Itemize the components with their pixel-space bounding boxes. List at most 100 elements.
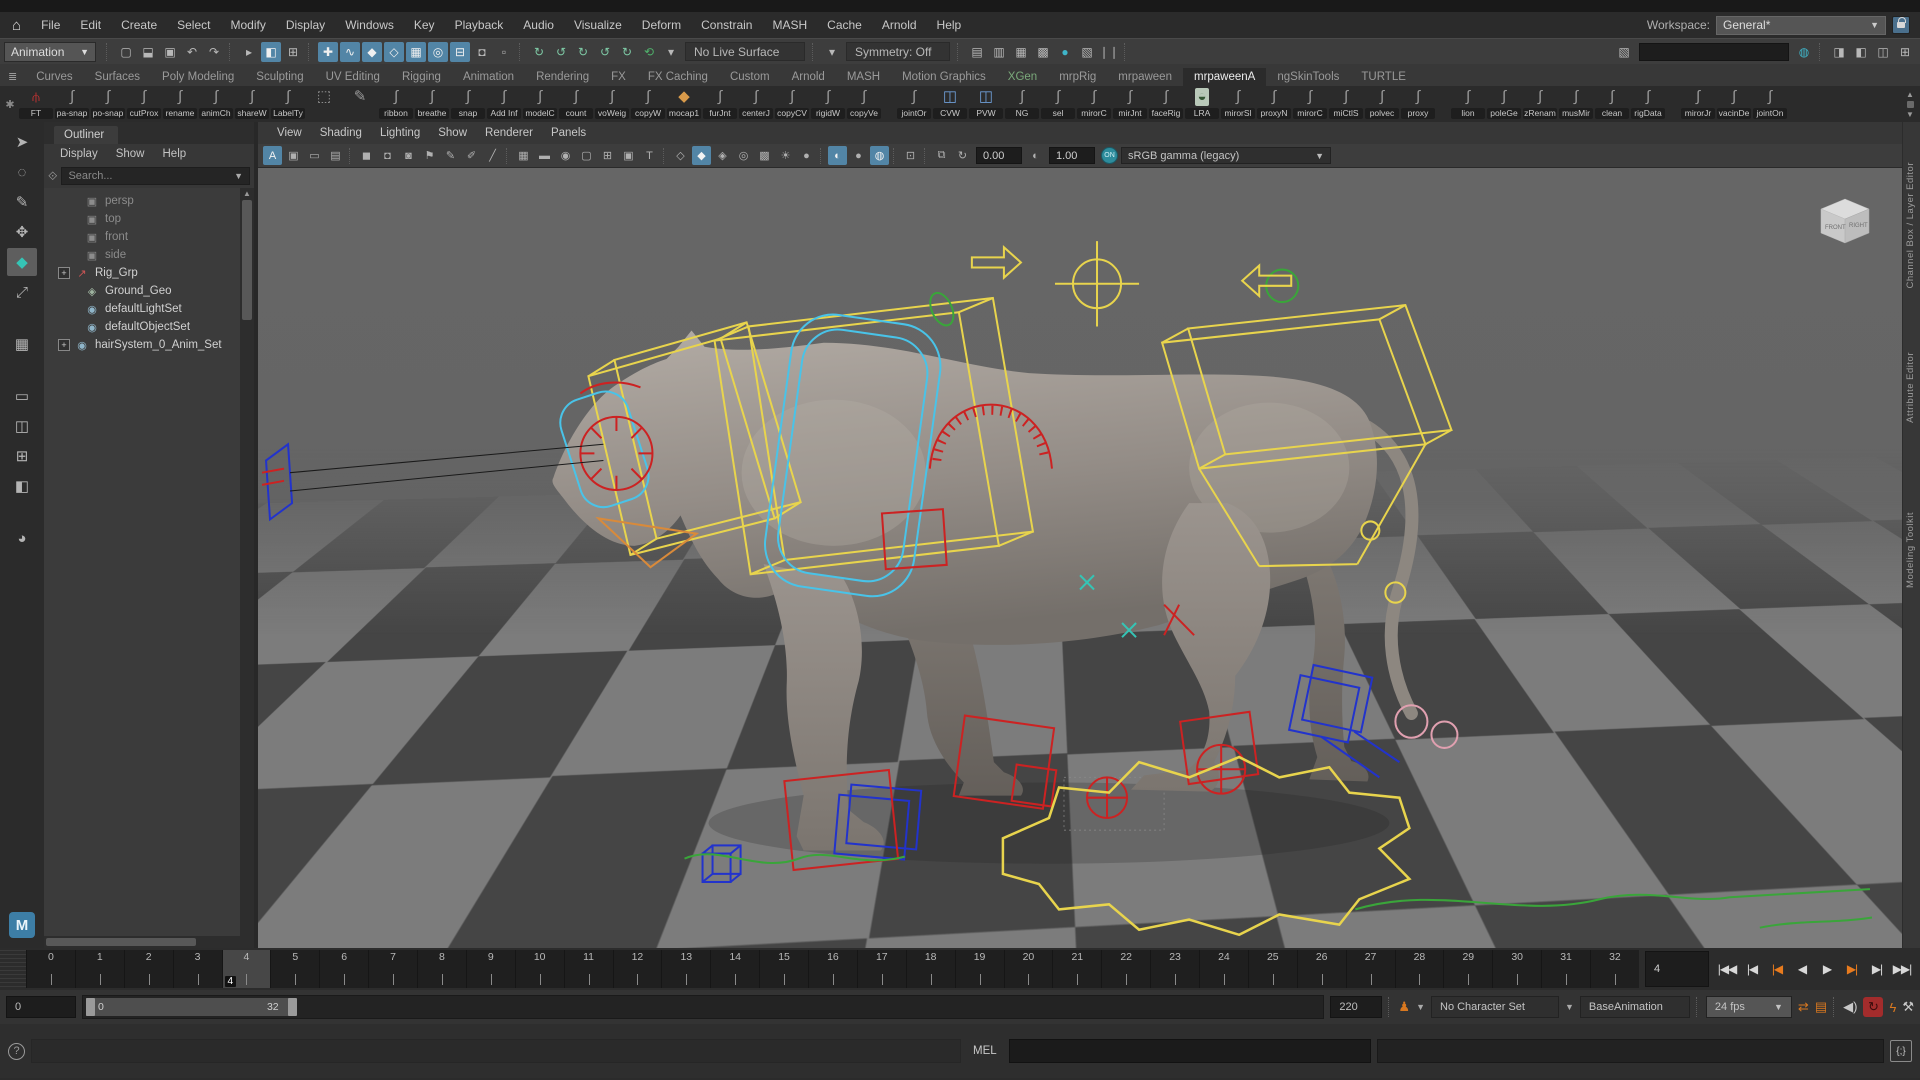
menu-select[interactable]: Select: [167, 15, 220, 35]
timeline-frame-0[interactable]: 0: [26, 950, 75, 988]
menu-edit[interactable]: Edit: [70, 15, 111, 35]
history-on[interactable]: ↻: [573, 42, 593, 62]
viewport-menu-view[interactable]: View: [268, 124, 311, 142]
timeline-frame-25[interactable]: 25: [1248, 950, 1297, 988]
timeline-frame-14[interactable]: 14: [710, 950, 759, 988]
shelf-item-sharew[interactable]: ∫shareW: [234, 88, 270, 120]
shelf-item-mocap1[interactable]: ◆mocap1: [666, 88, 702, 120]
outliner-item-defaultlightset[interactable]: ◉defaultLightSet: [44, 300, 240, 318]
menu-display[interactable]: Display: [276, 15, 335, 35]
shelf-item-centerj[interactable]: ∫centerJ: [738, 88, 774, 120]
shelf-item-voweig[interactable]: ∫voWeig: [594, 88, 630, 120]
step-forward-key-button[interactable]: ▶|: [1840, 956, 1864, 982]
shelf-tab-sculpting[interactable]: Sculpting: [245, 68, 314, 86]
shelf-item-rigdata[interactable]: ∫rigData: [1630, 88, 1666, 120]
shelf-item-copyve[interactable]: ∫copyVe: [846, 88, 882, 120]
web-search[interactable]: ◍: [1794, 42, 1814, 62]
step-back-key-button[interactable]: |◀: [1765, 956, 1789, 982]
current-frame-field[interactable]: 4: [1645, 951, 1709, 987]
exposure-field[interactable]: 0.00: [976, 147, 1022, 164]
select-camera[interactable]: A: [263, 146, 282, 165]
shelf-tab-curves[interactable]: Curves: [25, 68, 83, 86]
shelf-item-po-snap[interactable]: ∫po-snap: [90, 88, 126, 120]
shelf-tab-xgen[interactable]: XGen: [997, 68, 1048, 86]
shelf-item-polege[interactable]: ∫poleGe: [1486, 88, 1522, 120]
menu-windows[interactable]: Windows: [335, 15, 404, 35]
symmetry-dropdown[interactable]: ▾: [822, 42, 842, 62]
shelf-item-animch[interactable]: ∫animCh: [198, 88, 234, 120]
bookmarks[interactable]: ▭: [305, 146, 324, 165]
shelf-item-modelc[interactable]: ∫modelC: [522, 88, 558, 120]
chevron-down-icon[interactable]: ▼: [1416, 1002, 1425, 1012]
snap-to-point[interactable]: ◆: [362, 42, 382, 62]
home-icon[interactable]: ⌂: [12, 17, 21, 34]
live-surface-field[interactable]: No Live Surface: [685, 42, 805, 61]
shelf-item-breathe[interactable]: ∫breathe: [414, 88, 450, 120]
gamma-toggle-button[interactable]: ON: [1101, 147, 1118, 164]
sidebar-tab-channel-box-layer-editor[interactable]: Channel Box / Layer Editor: [1905, 162, 1916, 289]
shelf-item-copyw[interactable]: ∫copyW: [630, 88, 666, 120]
shelf-item-ng[interactable]: ∫NG: [1004, 88, 1040, 120]
lasso-select-tool[interactable]: ◌: [7, 158, 37, 186]
shelf-tab-mash[interactable]: MASH: [836, 68, 891, 86]
shelf-tab-fx-caching[interactable]: FX Caching: [637, 68, 719, 86]
viewport-menu-show[interactable]: Show: [429, 124, 476, 142]
shelf-item-facerig[interactable]: ∫faceRig: [1148, 88, 1184, 120]
eye-target-control[interactable]: [262, 444, 603, 519]
shelf-tab-animation[interactable]: Animation: [452, 68, 525, 86]
safe-title[interactable]: T: [640, 146, 659, 165]
workspace-select[interactable]: General* ▼: [1716, 16, 1886, 35]
shelf-item-lion[interactable]: ∫lion: [1450, 88, 1486, 120]
scroll-up-icon[interactable]: ▲: [1906, 90, 1914, 99]
shelf-tab-rigging[interactable]: Rigging: [391, 68, 452, 86]
shelf-item-furjnt[interactable]: ∫furJnt: [702, 88, 738, 120]
timeline-ruler[interactable]: 0123445678910111213141516171819202122232…: [26, 950, 1639, 988]
shelf-tab-mrpaweena[interactable]: mrpaweenA: [1183, 68, 1266, 86]
shelf-item-count[interactable]: ∫count: [558, 88, 594, 120]
shelf-item-marquee-tool[interactable]: ⬚: [306, 88, 342, 120]
shelf-item-proxy[interactable]: ∫proxy: [1400, 88, 1436, 120]
viewport-menu-renderer[interactable]: Renderer: [476, 124, 542, 142]
save-scene[interactable]: ▣: [160, 42, 180, 62]
range-fill[interactable]: 0 32: [86, 998, 291, 1016]
timeline-frame-26[interactable]: 26: [1297, 950, 1346, 988]
sidebar-tab-attribute-editor[interactable]: Attribute Editor: [1905, 352, 1916, 423]
shelf-item-add-inf[interactable]: ∫Add Inf: [486, 88, 522, 120]
select-component[interactable]: ⊞: [283, 42, 303, 62]
shelf-item-sel[interactable]: ∫sel: [1040, 88, 1076, 120]
timeline-frame-24[interactable]: 24: [1199, 950, 1248, 988]
shelf-tab-mrprig[interactable]: mrpRig: [1048, 68, 1107, 86]
menu-modify[interactable]: Modify: [220, 15, 275, 35]
timeline-frame-17[interactable]: 17: [857, 950, 906, 988]
animation-preferences-icon[interactable]: ⚒: [1902, 999, 1914, 1015]
xray[interactable]: ◐: [828, 146, 847, 165]
layout-outliner-persp[interactable]: ◧: [7, 472, 37, 500]
shelf-item-rigidw[interactable]: ∫rigidW: [810, 88, 846, 120]
outliner-menu-display[interactable]: Display: [52, 146, 106, 162]
isolate-select[interactable]: ◍: [870, 146, 889, 165]
shelf-item-mirjnt[interactable]: ∫mirJnt: [1112, 88, 1148, 120]
menu-playback[interactable]: Playback: [445, 15, 514, 35]
menu-create[interactable]: Create: [111, 15, 167, 35]
layout-two-pane[interactable]: ◫: [7, 412, 37, 440]
shelf-item-labelty[interactable]: ∫LabelTy: [270, 88, 306, 120]
field-chart[interactable]: ⊞: [598, 146, 617, 165]
shelf-tab-rendering[interactable]: Rendering: [525, 68, 600, 86]
outliner-item-defaultobjectset[interactable]: ◉defaultObjectSet: [44, 318, 240, 336]
symmetry-field[interactable]: Symmetry: Off: [846, 42, 950, 61]
outliner-item-front[interactable]: ▣front: [44, 228, 240, 246]
outliner-search-input[interactable]: Search... ▼: [61, 167, 250, 185]
tail-tip-circle-2[interactable]: [1431, 722, 1457, 748]
shelf-item-paint-skin-weights-tool[interactable]: ✎: [342, 88, 378, 120]
move-tool[interactable]: ✥: [7, 218, 37, 246]
screen-space-ao[interactable]: ☀: [776, 146, 795, 165]
xray-joints[interactable]: ●: [849, 146, 868, 165]
pencil-edit[interactable]: ╱: [483, 146, 502, 165]
timeline-frame-20[interactable]: 20: [1004, 950, 1053, 988]
shelf-scrollbar[interactable]: ▲ ▼: [1902, 90, 1918, 119]
open-scene[interactable]: ⬓: [138, 42, 158, 62]
shelf-item-ft[interactable]: ⫛FT: [18, 88, 54, 120]
shelf-item-proxyn[interactable]: ∫proxyN: [1256, 88, 1292, 120]
timeline-frame-29[interactable]: 29: [1443, 950, 1492, 988]
scroll-thumb[interactable]: [242, 200, 252, 320]
